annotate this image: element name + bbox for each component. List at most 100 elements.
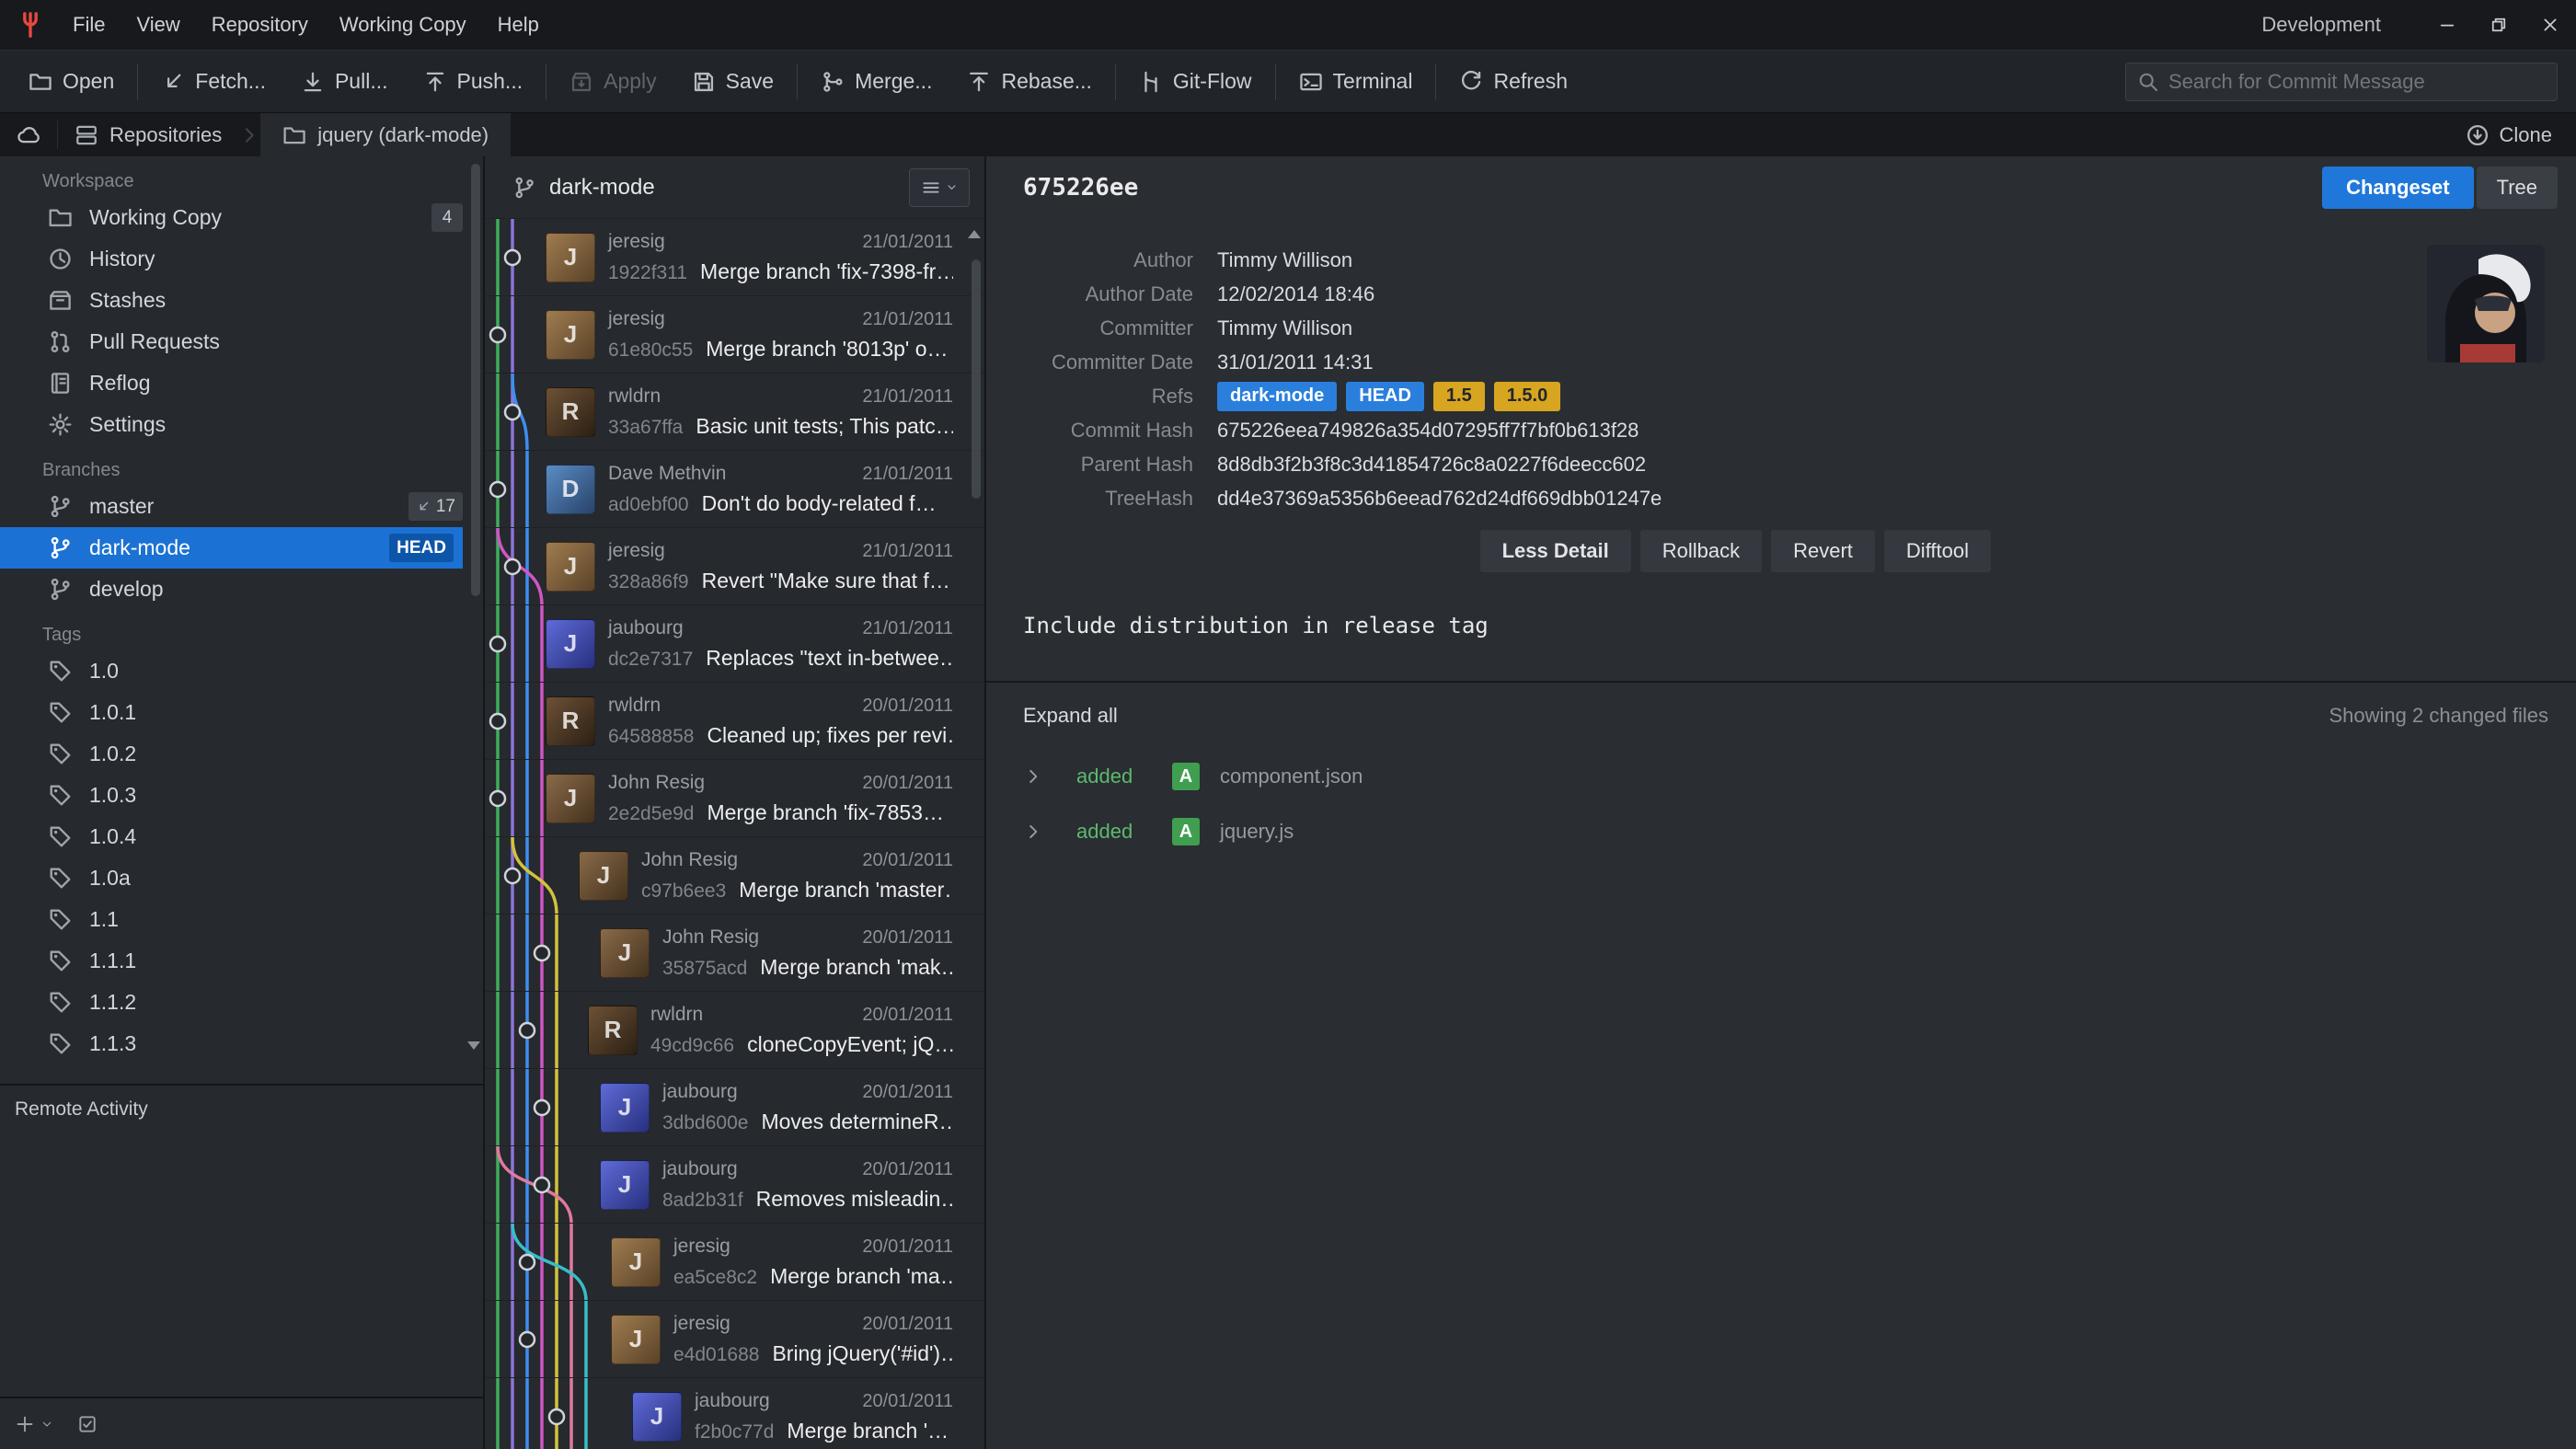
sidebar-item-history[interactable]: History: [0, 238, 483, 280]
commit-date: 21/01/2011: [862, 386, 953, 408]
commit-row[interactable]: Rrwldrn21/01/201133a67ffaBasic unit test…: [485, 374, 984, 451]
sidebar-sections: WorkspaceWorking Copy4HistoryStashesPull…: [0, 156, 483, 1084]
ref-badge-1-5-0[interactable]: 1.5.0: [1494, 382, 1560, 411]
commit-avatar: J: [611, 1237, 661, 1287]
toolbar-button-open[interactable]: Open: [11, 51, 132, 112]
clone-button[interactable]: Clone: [2442, 113, 2576, 156]
commit-row[interactable]: JJohn Resig20/01/20112e2d5e9dMerge branc…: [485, 760, 984, 837]
less-detail-button[interactable]: Less Detail: [1480, 530, 1631, 572]
sidebar-item-pull-requests[interactable]: Pull Requests: [0, 321, 483, 362]
repositories-icon: [75, 123, 98, 147]
menu-view[interactable]: View: [121, 0, 195, 50]
rollback-button[interactable]: Rollback: [1640, 530, 1762, 572]
toolbar-button-push[interactable]: Push...: [406, 51, 541, 112]
commit-search-box[interactable]: [2125, 63, 2558, 101]
tree-tab[interactable]: Tree: [2477, 167, 2558, 209]
sidebar-item-working-copy[interactable]: Working Copy4: [0, 197, 483, 238]
sidebar-item-master[interactable]: master17: [0, 486, 483, 527]
sidebar-item-1-0-1[interactable]: 1.0.1: [0, 692, 483, 733]
commit-row[interactable]: Jjeresig20/01/2011ea5ce8c2Merge branch '…: [485, 1224, 984, 1301]
breadcrumb-repositories[interactable]: Repositories: [58, 113, 238, 156]
commit-row[interactable]: Jjaubourg21/01/2011dc2e7317Replaces "tex…: [485, 605, 984, 683]
add-repository-caret-icon[interactable]: [40, 1418, 53, 1431]
sidebar-item-1-0a[interactable]: 1.0a: [0, 857, 483, 899]
ref-badge-dark-mode[interactable]: dark-mode: [1217, 382, 1337, 411]
commit-row[interactable]: Jjaubourg20/01/2011f2b0c77dMerge branch …: [485, 1378, 984, 1449]
commit-row[interactable]: Jjeresig21/01/201161e80c55Merge branch '…: [485, 296, 984, 374]
toolbar-button-merge[interactable]: Merge...: [803, 51, 949, 112]
branch-icon: [48, 535, 73, 560]
commit-row[interactable]: JJohn Resig20/01/2011c97b6ee3Merge branc…: [485, 837, 984, 914]
toolbar-button-save[interactable]: Save: [674, 51, 791, 112]
menu-repository[interactable]: Repository: [196, 0, 324, 50]
add-repository-button[interactable]: [15, 1414, 35, 1434]
commit-date: 21/01/2011: [862, 464, 953, 485]
commit-row[interactable]: Jjaubourg20/01/20113dbd600eMoves determi…: [485, 1069, 984, 1146]
file-row[interactable]: addedAcomponent.json: [986, 749, 2576, 804]
toolbar-button-rebase[interactable]: Rebase...: [949, 51, 1109, 112]
menu-file[interactable]: File: [57, 0, 121, 50]
commit-row[interactable]: Jjaubourg20/01/20118ad2b31fRemoves misle…: [485, 1146, 984, 1224]
sidebar-item-dark-mode[interactable]: dark-modeHEAD: [0, 527, 463, 569]
sidebar-item-1-0[interactable]: 1.0: [0, 650, 483, 692]
revert-button[interactable]: Revert: [1771, 530, 1875, 572]
sidebar-item-1-0-2[interactable]: 1.0.2: [0, 733, 483, 775]
close-button[interactable]: [2524, 0, 2576, 50]
commit-scrollbar-thumb[interactable]: [972, 259, 981, 499]
toolbar-button-refresh[interactable]: Refresh: [1442, 51, 1585, 112]
commit-hash: 64588858: [608, 726, 694, 748]
commit-row[interactable]: Jjeresig21/01/2011328a86f9Revert "Make s…: [485, 528, 984, 605]
commit-hash: 8ad2b31f: [662, 1190, 743, 1212]
sidebar-item-1-1-2[interactable]: 1.1.2: [0, 982, 483, 1023]
detail-value-cell: 8d8db3f2b3f8c3d41854726c8a0227f6deecc602: [1217, 447, 2539, 481]
commit-row[interactable]: Jjeresig20/01/2011e4d01688Bring jQuery('…: [485, 1301, 984, 1378]
commit-row[interactable]: Rrwldrn20/01/201164588858Cleaned up; fix…: [485, 683, 984, 760]
search-input[interactable]: [2168, 70, 2546, 94]
pull-icon: [301, 70, 325, 94]
sidebar-item-reflog[interactable]: Reflog: [0, 362, 483, 404]
commit-row[interactable]: Rrwldrn20/01/201149cd9c66cloneCopyEvent;…: [485, 992, 984, 1069]
repository-tab-jquery[interactable]: jquery (dark-mode): [260, 113, 511, 156]
commit-row[interactable]: DDave Methvin21/01/2011ad0ebf00Don't do …: [485, 451, 984, 528]
sidebar-item-label: develop: [89, 577, 463, 602]
maximize-button[interactable]: [2473, 0, 2524, 50]
commit-hash: 328a86f9: [608, 571, 689, 593]
file-row[interactable]: addedAjquery.js: [986, 804, 2576, 859]
commit-filter-button[interactable]: [909, 168, 970, 207]
detail-value-cell: Timmy Willison: [1217, 311, 2539, 345]
commit-scroll-up-arrow[interactable]: [968, 230, 981, 238]
sidebar-item-1-1[interactable]: 1.1: [0, 899, 483, 940]
sidebar-scroll-down-arrow[interactable]: [467, 1041, 480, 1050]
toolbar-button-git-flow[interactable]: Git-Flow: [1121, 51, 1270, 112]
remote-activity-section[interactable]: Remote Activity: [0, 1084, 483, 1397]
multi-select-button[interactable]: [77, 1414, 98, 1434]
menu-help[interactable]: Help: [482, 0, 555, 50]
commit-row[interactable]: JJohn Resig20/01/201135875acdMerge branc…: [485, 914, 984, 992]
remotes-button[interactable]: [0, 113, 57, 156]
sidebar-scrollbar-thumb[interactable]: [471, 164, 480, 596]
commit-author: rwldrn: [608, 385, 661, 408]
sidebar-item-1-1-1[interactable]: 1.1.1: [0, 940, 483, 982]
sidebar-item-settings[interactable]: Settings: [0, 404, 483, 445]
toolbar-button-apply[interactable]: Apply: [552, 51, 674, 112]
toolbar-button-pull[interactable]: Pull...: [283, 51, 406, 112]
toolbar-button-fetch[interactable]: Fetch...: [144, 51, 283, 112]
menu-working-copy[interactable]: Working Copy: [324, 0, 482, 50]
sidebar-item-1-1-3[interactable]: 1.1.3: [0, 1023, 483, 1064]
sidebar-item-1-0-4[interactable]: 1.0.4: [0, 816, 483, 857]
sidebar-item-label: Pull Requests: [89, 329, 463, 354]
ref-badge-1-5[interactable]: 1.5: [1433, 382, 1485, 411]
difftool-button[interactable]: Difftool: [1884, 530, 1991, 572]
commit-row[interactable]: Jjeresig21/01/20111922f311Merge branch '…: [485, 219, 984, 296]
commit-author: John Resig: [641, 849, 738, 871]
commit-date: 20/01/2011: [862, 773, 953, 794]
minimize-button[interactable]: [2421, 0, 2473, 50]
expand-all-button[interactable]: Expand all: [1023, 704, 1118, 728]
toolbar-button-terminal[interactable]: Terminal: [1282, 51, 1431, 112]
sidebar-item-stashes[interactable]: Stashes: [0, 280, 483, 321]
ref-badge-head[interactable]: HEAD: [1346, 382, 1424, 411]
sidebar-item-develop[interactable]: develop: [0, 569, 483, 610]
sidebar-item-label: 1.0.4: [89, 824, 463, 849]
sidebar-item-1-0-3[interactable]: 1.0.3: [0, 775, 483, 816]
changeset-tab[interactable]: Changeset: [2322, 167, 2473, 209]
